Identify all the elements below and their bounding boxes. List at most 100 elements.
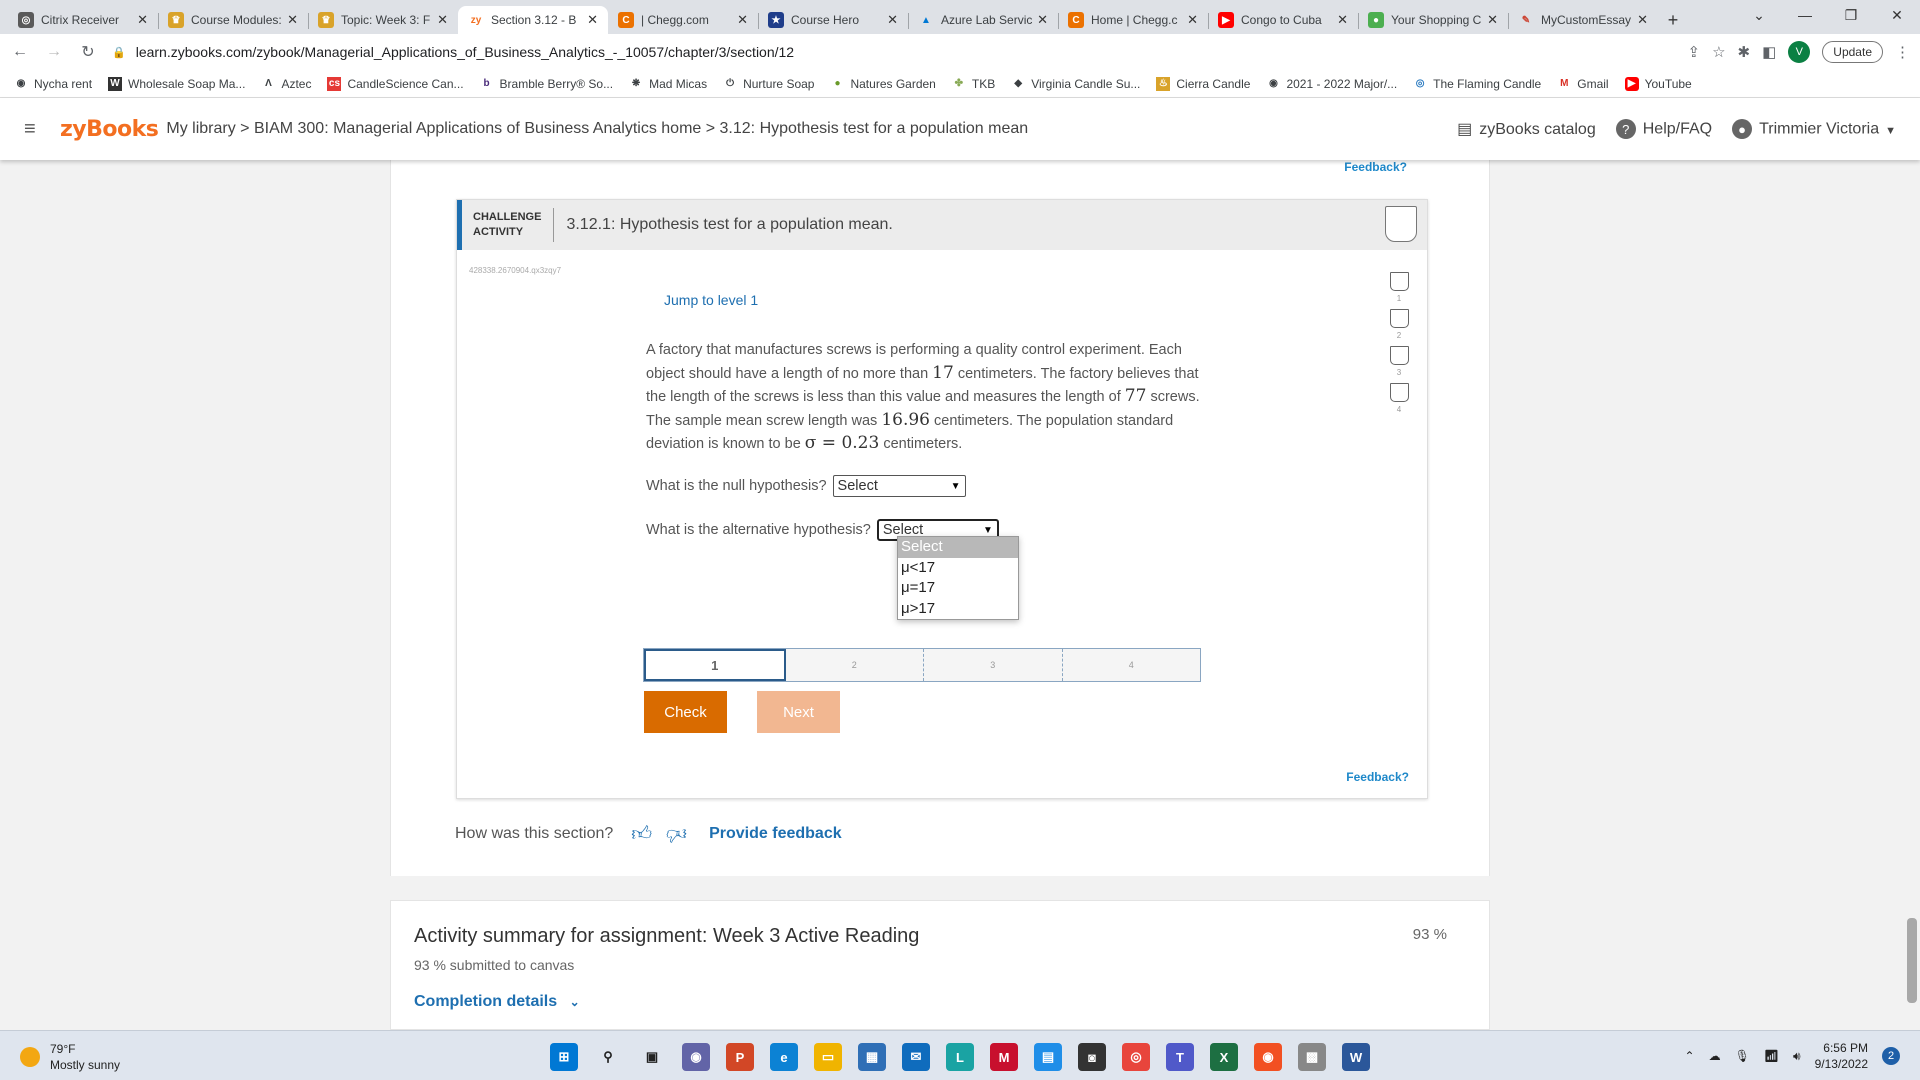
dropdown-option[interactable]: Select (898, 537, 1018, 558)
mcafee-icon[interactable]: M (990, 1043, 1018, 1071)
bookmark[interactable]: b Bramble Berry® So... (480, 77, 613, 91)
close-icon[interactable]: ✕ (1637, 12, 1648, 28)
share-icon[interactable]: ⇪ (1688, 43, 1701, 61)
help-link[interactable]: ? Help/FAQ (1615, 119, 1712, 139)
close-icon[interactable]: ✕ (287, 12, 298, 28)
tab-active[interactable]: zy Section 3.12 - B ✕ (458, 6, 608, 34)
reload-icon[interactable]: ↻ (74, 38, 102, 66)
bookmark[interactable]: ◎ The Flaming Candle (1413, 77, 1541, 91)
user-menu[interactable]: ● Trimmier Victoria ▼ (1732, 119, 1896, 139)
dropdown-option[interactable]: μ=17 (898, 578, 1018, 599)
bookmark[interactable]: ♨ Cierra Candle (1156, 76, 1250, 91)
close-icon[interactable]: ✕ (437, 12, 448, 28)
tab-search-icon[interactable]: ⌄ (1736, 0, 1782, 30)
close-icon[interactable]: ✕ (1187, 12, 1198, 28)
thumbs-down-icon[interactable]: 👍︎ (666, 822, 687, 846)
chat-icon[interactable]: ◉ (682, 1043, 710, 1071)
bookmark[interactable]: ◆ Virginia Candle Su... (1011, 77, 1140, 91)
search-icon[interactable]: ⚲ (594, 1043, 622, 1071)
file-explorer-icon[interactable]: ▭ (814, 1043, 842, 1071)
close-icon[interactable]: ✕ (1337, 12, 1348, 28)
star-icon[interactable]: ☆ (1712, 43, 1725, 61)
dropdown-option[interactable]: μ>17 (898, 599, 1018, 620)
feedback-link[interactable]: Feedback? (1346, 770, 1409, 784)
bookmark[interactable]: M Gmail (1557, 77, 1609, 91)
tab[interactable]: C Home | Chegg.c ✕ (1058, 6, 1208, 34)
bookmark[interactable]: ● Natures Garden (830, 77, 935, 91)
tab[interactable]: ♛ Course Modules: ✕ (158, 6, 308, 34)
bookmark[interactable]: ◉ Nycha rent (14, 77, 92, 91)
bookmark[interactable]: ◉ 2021 - 2022 Major/... (1266, 77, 1397, 91)
update-button[interactable]: Update (1822, 41, 1883, 63)
chrome-icon[interactable]: ◎ (1122, 1043, 1150, 1071)
chevron-up-icon[interactable]: ⌃ (1685, 1049, 1695, 1063)
forward-icon[interactable]: → (40, 38, 68, 66)
dropdown-option[interactable]: μ<17 (898, 558, 1018, 579)
close-window-icon[interactable]: ✕ (1874, 0, 1920, 30)
bookmark[interactable]: ✤ TKB (952, 77, 996, 91)
camera-icon[interactable]: ◉ (1254, 1043, 1282, 1071)
menu-icon[interactable]: ⋮ (1895, 43, 1910, 61)
game-icon[interactable]: ◙ (1078, 1043, 1106, 1071)
hamburger-menu-icon[interactable]: ≡ (24, 118, 44, 141)
level-indicator[interactable]: 1 (1388, 272, 1410, 303)
breadcrumb[interactable]: My library > BIAM 300: Managerial Applic… (166, 120, 1028, 138)
feedback-link-top[interactable]: Feedback? (1344, 160, 1407, 174)
bookmark[interactable]: ❋ Mad Micas (629, 77, 707, 91)
tab[interactable]: ▲ Azure Lab Servic ✕ (908, 6, 1058, 34)
close-icon[interactable]: ✕ (737, 12, 748, 28)
bookmark[interactable]: ⏻ Nurture Soap (723, 77, 814, 91)
thumbs-up-icon[interactable]: 👍︎ (631, 822, 652, 846)
clock[interactable]: 6:56 PM 9/13/2022 (1815, 1040, 1868, 1072)
url-field[interactable]: 🔒 learn.zybooks.com/zybook/Managerial_Ap… (112, 38, 1688, 66)
zebra-icon[interactable]: ▩ (1298, 1043, 1326, 1071)
cloud-icon[interactable]: ☁ (1709, 1049, 1721, 1063)
close-icon[interactable]: ✕ (1037, 12, 1048, 28)
level-indicator[interactable]: 2 (1388, 309, 1410, 340)
close-icon[interactable]: ✕ (1487, 12, 1498, 28)
new-tab-button[interactable]: + (1658, 6, 1688, 34)
provide-feedback-link[interactable]: Provide feedback (709, 825, 842, 843)
avatar[interactable]: V (1788, 41, 1811, 63)
sidepanel-icon[interactable]: ◧ (1762, 43, 1776, 61)
level-step[interactable]: 4 (1062, 649, 1200, 681)
check-button[interactable]: Check (644, 691, 727, 733)
weather-widget[interactable]: 79°F Mostly sunny (20, 1041, 120, 1073)
bookmark[interactable]: cs CandleScience Can... (327, 76, 464, 91)
excel-icon[interactable]: X (1210, 1043, 1238, 1071)
level-indicator[interactable]: 4 (1388, 383, 1410, 414)
zybooks-logo[interactable]: zyBooks (60, 117, 159, 142)
store-icon[interactable]: ▦ (858, 1043, 886, 1071)
close-icon[interactable]: ✕ (587, 12, 598, 28)
tab[interactable]: ✎ MyCustomEssay ✕ (1508, 6, 1658, 34)
null-hypothesis-select[interactable]: Select ▼ (832, 475, 966, 497)
level-step[interactable]: 1 (644, 649, 786, 681)
extensions-icon[interactable]: ✱ (1738, 43, 1751, 61)
catalog-link[interactable]: ▤ zyBooks catalog (1457, 119, 1596, 139)
tab[interactable]: ◎ Citrix Receiver ✕ (8, 6, 158, 34)
wifi-icon[interactable]: 📶︎ (1764, 1049, 1779, 1063)
edge-icon[interactable]: e (770, 1043, 798, 1071)
scrollbar-thumb[interactable] (1907, 918, 1917, 1003)
close-icon[interactable]: ✕ (137, 12, 148, 28)
teams-icon[interactable]: T (1166, 1043, 1194, 1071)
level-indicator[interactable]: 3 (1388, 346, 1410, 377)
bookmark[interactable]: Λ Aztec (261, 77, 311, 91)
microphone-icon[interactable]: 🎙︎ (1735, 1049, 1750, 1063)
restore-icon[interactable]: ❐ (1828, 0, 1874, 30)
level-step[interactable]: 3 (924, 649, 1063, 681)
tab[interactable]: ★ Course Hero ✕ (758, 6, 908, 34)
level-step[interactable]: 2 (785, 649, 924, 681)
powerpoint-icon[interactable]: P (726, 1043, 754, 1071)
task-view-icon[interactable]: ▣ (638, 1043, 666, 1071)
calculator-icon[interactable]: ▤ (1034, 1043, 1062, 1071)
l-app-icon[interactable]: L (946, 1043, 974, 1071)
word-icon[interactable]: W (1342, 1043, 1370, 1071)
bookmark[interactable]: W Wholesale Soap Ma... (108, 76, 245, 91)
mail-icon[interactable]: ✉ (902, 1043, 930, 1071)
minimize-icon[interactable]: — (1782, 0, 1828, 30)
bookmark[interactable]: ▶ YouTube (1624, 76, 1692, 91)
completion-details-toggle[interactable]: Completion details ⌄ (414, 993, 580, 1011)
tab[interactable]: ♛ Topic: Week 3: F ✕ (308, 6, 458, 34)
notification-badge[interactable]: 2 (1882, 1047, 1900, 1065)
